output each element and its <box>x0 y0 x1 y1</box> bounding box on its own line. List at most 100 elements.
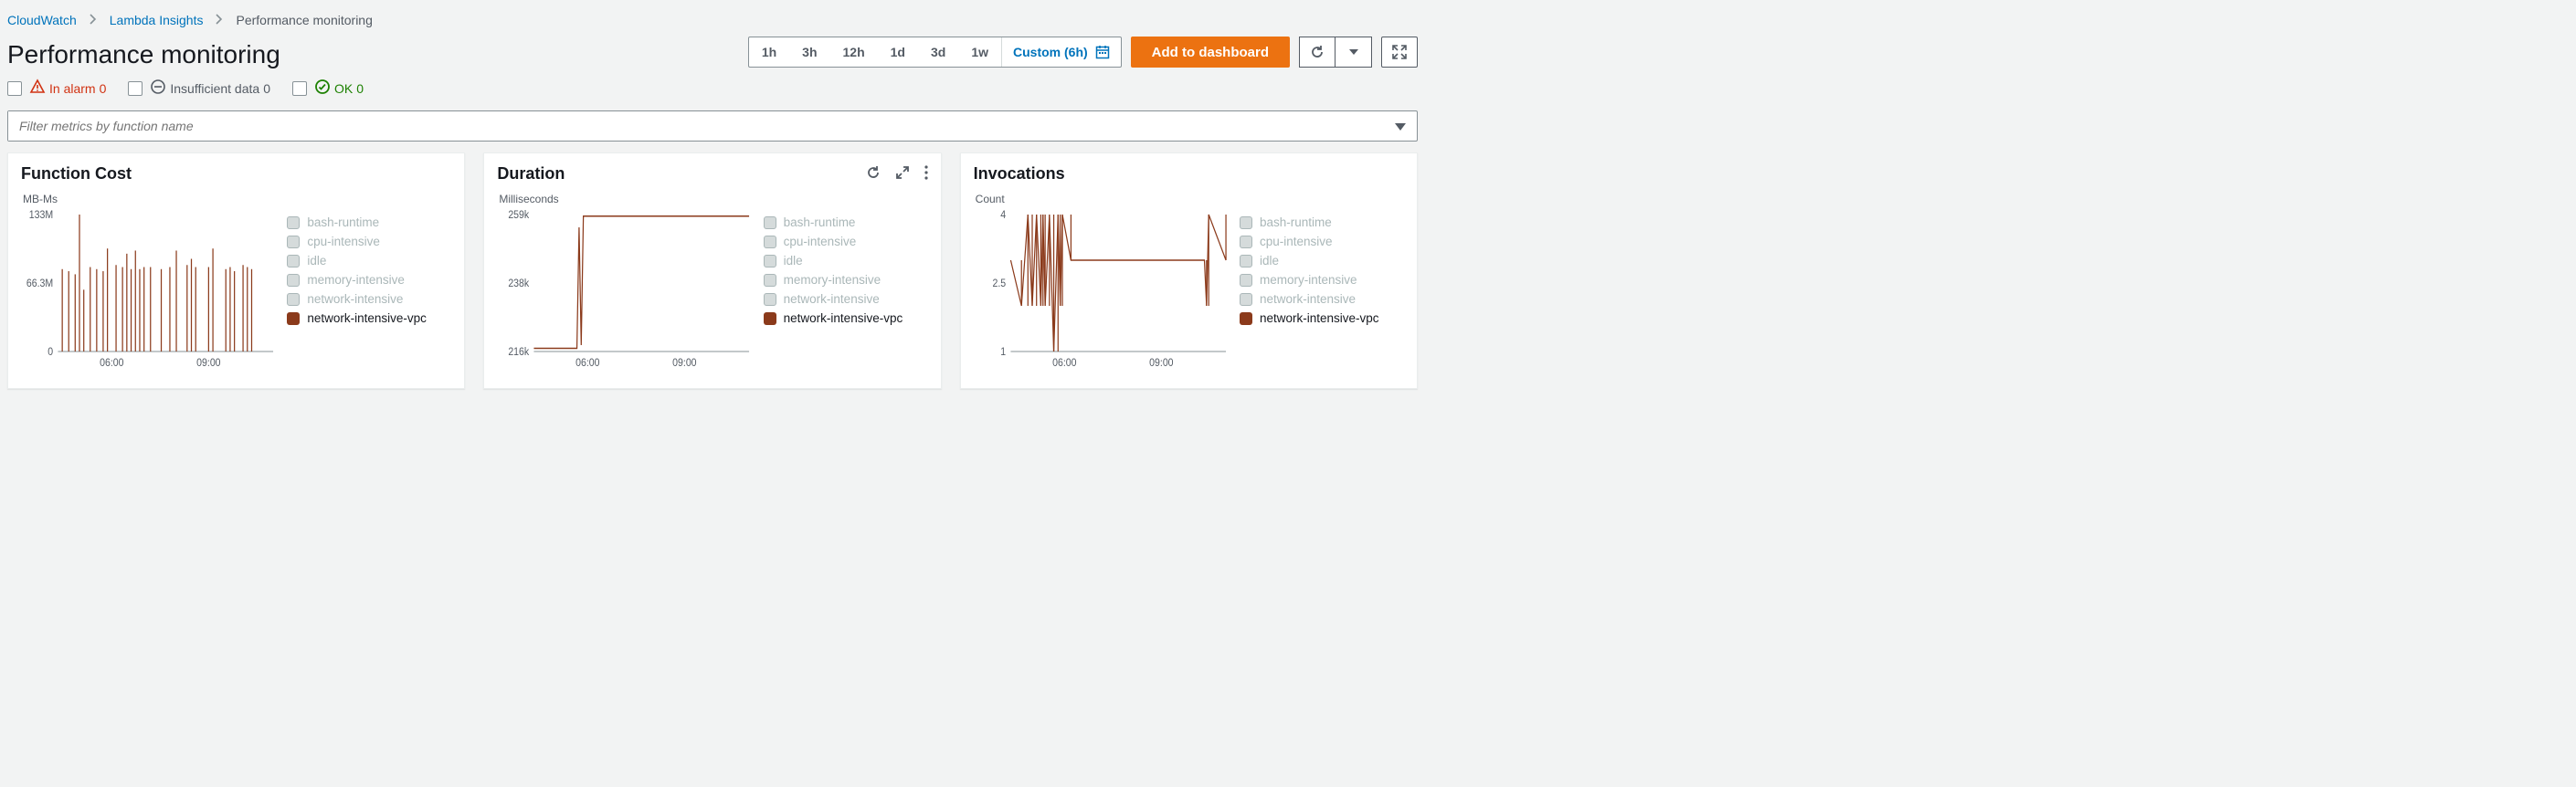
range-1d-button[interactable]: 1d <box>878 37 918 67</box>
legend-item[interactable]: cpu-intensive <box>1240 232 1404 251</box>
svg-text:06:00: 06:00 <box>1052 357 1076 369</box>
legend-item[interactable]: memory-intensive <box>764 270 928 289</box>
chart-title: Duration <box>497 164 565 184</box>
legend-label: network-intensive <box>307 292 403 306</box>
time-range-picker: 1h 3h 12h 1d 3d 1w Custom (6h) <box>748 37 1122 68</box>
breadcrumb-current: Performance monitoring <box>236 13 372 27</box>
legend-item[interactable]: network-intensive-vpc <box>764 309 928 328</box>
breadcrumb: CloudWatch Lambda Insights Performance m… <box>0 0 1425 37</box>
page-title: Performance monitoring <box>7 37 280 69</box>
svg-text:09:00: 09:00 <box>196 357 220 369</box>
legend-color-swatch <box>287 216 300 229</box>
legend-item[interactable]: memory-intensive <box>1240 270 1404 289</box>
legend-item[interactable]: network-intensive-vpc <box>287 309 451 328</box>
chart-unit-label: Count <box>974 193 1404 205</box>
svg-text:06:00: 06:00 <box>100 357 123 369</box>
filter-dropdown-button[interactable] <box>1384 111 1417 141</box>
svg-text:216k: 216k <box>509 346 530 358</box>
legend-item[interactable]: network-intensive <box>1240 289 1404 309</box>
chart-legend: bash-runtime cpu-intensive idlememory-inte… <box>287 209 451 373</box>
legend-label: idle <box>1260 254 1279 268</box>
legend-label: idle <box>784 254 803 268</box>
legend-item[interactable]: cpu-intensive <box>764 232 928 251</box>
legend-item[interactable]: bash-runtime <box>287 213 451 232</box>
legend-color-swatch <box>1240 255 1252 268</box>
caret-down-icon <box>1349 49 1358 55</box>
legend-item[interactable]: idle <box>1240 251 1404 270</box>
chart-title: Function Cost <box>21 164 132 184</box>
filter-input[interactable] <box>8 111 1384 141</box>
refresh-dropdown-button[interactable] <box>1336 37 1372 68</box>
svg-text:06:00: 06:00 <box>575 357 599 369</box>
legend-color-swatch <box>764 293 776 306</box>
legend-color-swatch <box>287 293 300 306</box>
chart-refresh-button[interactable] <box>866 165 881 183</box>
chart-legend: bash-runtimecpu-intensive idle memory-inte… <box>1240 209 1404 373</box>
legend-item[interactable]: idle <box>764 251 928 270</box>
chart-plot[interactable]: 216k238k259k06:0009:00 <box>497 209 754 373</box>
legend-label: cpu-intensive <box>307 235 380 248</box>
svg-text:4: 4 <box>1000 209 1006 221</box>
range-1h-button[interactable]: 1h <box>749 37 789 67</box>
legend-label: bash-runtime <box>307 215 379 229</box>
range-3h-button[interactable]: 3h <box>789 37 829 67</box>
legend-item[interactable]: bash-runtime <box>1240 213 1404 232</box>
legend-item[interactable]: network-intensive <box>287 289 451 309</box>
chart-actions <box>866 165 928 183</box>
ok-icon <box>314 79 331 98</box>
breadcrumb-root[interactable]: CloudWatch <box>7 13 77 27</box>
legend-label: cpu-intensive <box>784 235 857 248</box>
legend-label: network-intensive-vpc <box>1260 311 1379 325</box>
legend-item[interactable]: memory-intensive <box>287 270 451 289</box>
legend-color-swatch <box>287 312 300 325</box>
range-custom-label: Custom (6h) <box>1013 45 1088 59</box>
legend-label: memory-intensive <box>784 273 882 287</box>
chart-plot[interactable]: 066.3M133M06:0009:00 <box>21 209 278 373</box>
legend-label: network-intensive <box>1260 292 1356 306</box>
range-1w-button[interactable]: 1w <box>958 37 1001 67</box>
svg-text:133M: 133M <box>29 209 53 221</box>
legend-label: network-intensive-vpc <box>784 311 903 325</box>
svg-text:09:00: 09:00 <box>673 357 697 369</box>
legend-item[interactable]: network-intensive <box>764 289 928 309</box>
legend-color-swatch <box>1240 216 1252 229</box>
svg-text:66.3M: 66.3M <box>26 278 53 289</box>
legend-color-swatch <box>1240 274 1252 287</box>
add-to-dashboard-button[interactable]: Add to dashboard <box>1131 37 1290 68</box>
legend-item[interactable]: bash-runtime <box>764 213 928 232</box>
legend-label: network-intensive <box>784 292 880 306</box>
range-12h-button[interactable]: 12h <box>830 37 878 67</box>
legend-color-swatch <box>1240 312 1252 325</box>
legend-color-swatch <box>287 274 300 287</box>
legend-label: memory-intensive <box>1260 273 1357 287</box>
legend-color-swatch <box>1240 293 1252 306</box>
filter-input-wrap <box>7 110 1418 142</box>
in-alarm-label: In alarm <box>49 81 96 96</box>
chart-plot[interactable]: 12.5406:0009:00 <box>974 209 1230 373</box>
expand-icon <box>1392 45 1407 59</box>
legend-color-swatch <box>1240 236 1252 248</box>
legend-item[interactable]: network-intensive-vpc <box>1240 309 1404 328</box>
chart-legend: bash-runtime cpu-intensive idle memory-inte… <box>764 209 928 373</box>
chart-unit-label: MB-Ms <box>21 193 451 205</box>
legend-label: network-intensive-vpc <box>307 311 427 325</box>
insufficient-checkbox[interactable] <box>128 81 143 96</box>
expand-button[interactable] <box>1381 37 1418 68</box>
chart-menu-button[interactable] <box>924 165 928 183</box>
refresh-icon <box>1310 45 1325 59</box>
svg-text:09:00: 09:00 <box>1149 357 1173 369</box>
breadcrumb-level1[interactable]: Lambda Insights <box>110 13 204 27</box>
range-custom-button[interactable]: Custom (6h) <box>1001 37 1121 67</box>
chevron-right-icon <box>90 13 97 27</box>
legend-item[interactable]: cpu-intensive <box>287 232 451 251</box>
in-alarm-checkbox[interactable] <box>7 81 22 96</box>
in-alarm-count: 0 <box>100 81 107 96</box>
legend-item[interactable]: idle <box>287 251 451 270</box>
legend-color-swatch <box>287 255 300 268</box>
range-3d-button[interactable]: 3d <box>918 37 958 67</box>
refresh-button[interactable] <box>1299 37 1336 68</box>
legend-color-swatch <box>287 236 300 248</box>
chevron-right-icon <box>216 13 223 27</box>
ok-checkbox[interactable] <box>292 81 307 96</box>
chart-expand-button[interactable] <box>895 165 910 183</box>
